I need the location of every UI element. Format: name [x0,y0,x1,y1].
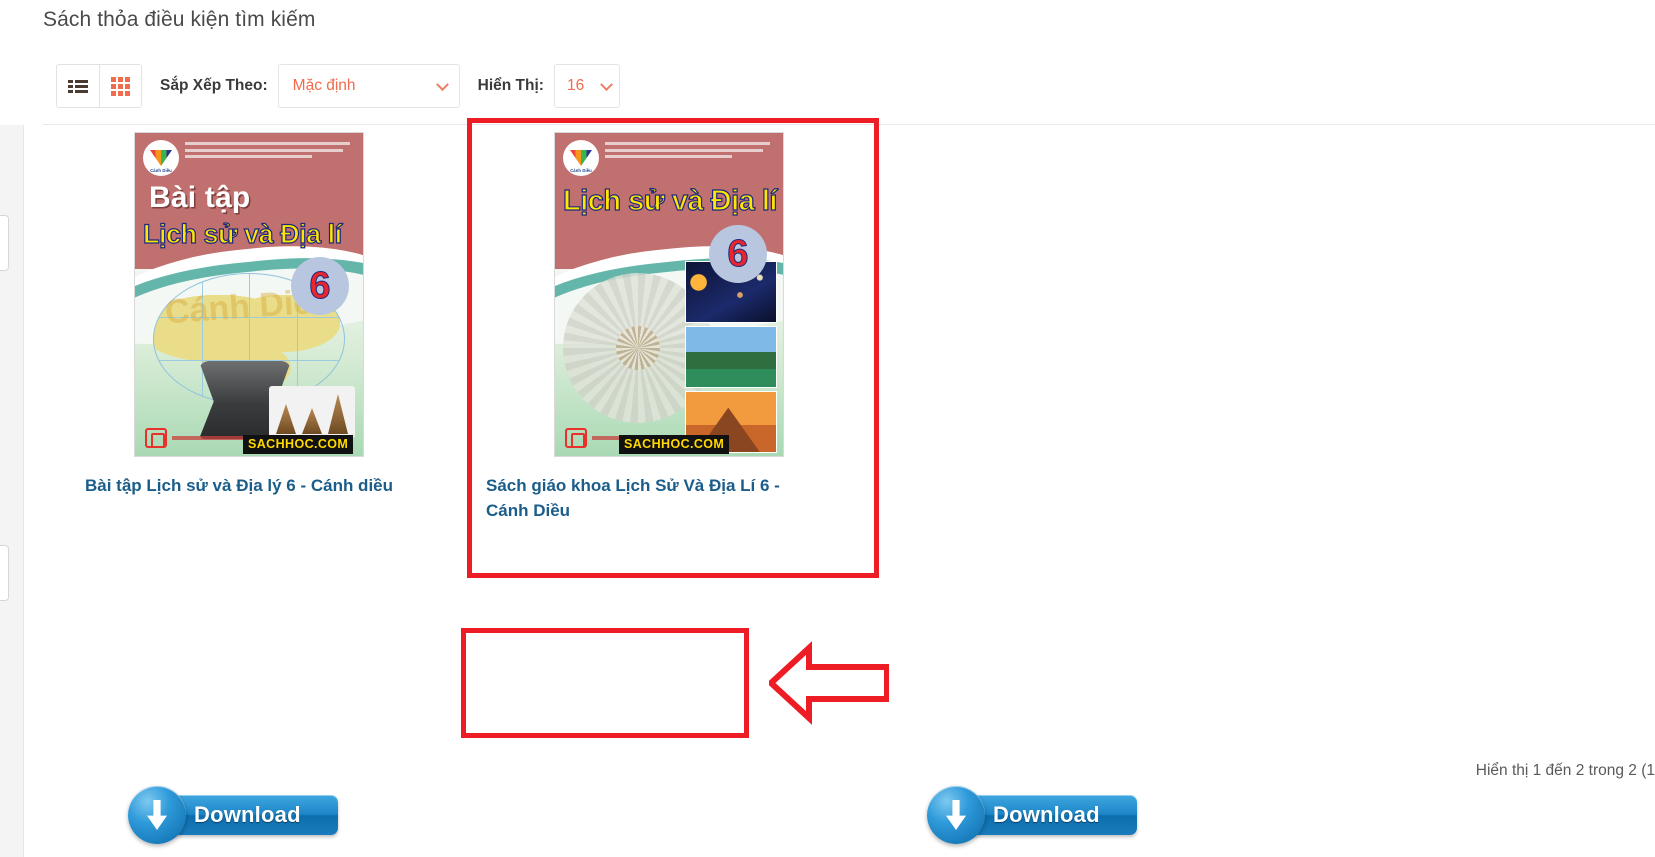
product-image-2[interactable]: Cánh Diều Lịch sử và Địa lí 6 SACHHOC.CO… [464,132,804,462]
show-count-select[interactable]: 16 [553,64,620,108]
kite-icon [150,150,172,166]
sort-by-label: Sắp Xếp Theo: [160,77,268,94]
cover-grade-badge-1: 6 [291,257,349,315]
side-tab-upper[interactable] [0,215,9,271]
cover-subtitle-1: Bài tập [149,181,251,214]
cover-title-1: Lịch sử và Địa lí [142,218,342,249]
side-tab-lower[interactable] [0,545,9,601]
chevron-down-icon [435,78,449,92]
toolbar-divider [43,124,1655,125]
cover-author-lines [605,142,777,162]
page-title: Sách thỏa điều kiện tìm kiếm [43,8,316,31]
left-gutter-shade [0,0,24,125]
book-cover-1: Cánh Diều Cánh Diều Bài tập Lịch sử và Đ… [134,132,364,457]
download-button-label-2: Download [993,802,1100,827]
grid-view-icon [111,76,130,96]
results-status-text: Hiển thị 1 đến 2 trong 2 (1 [1475,762,1655,779]
photo-mountain [685,326,777,388]
annotation-arrow-left-icon [769,641,889,725]
stone-axes-illustration [269,386,355,438]
left-gutter [0,0,24,857]
page-root: Sách thỏa điều kiện tìm kiếm Sắp Xếp The… [0,0,1655,857]
nxb-logo-icon [565,428,587,448]
show-count-label: Hiển Thị: [477,77,544,94]
list-view-button[interactable] [57,65,99,107]
download-button-1[interactable]: Download [128,786,338,844]
sort-by-select[interactable]: Mặc định [277,64,460,108]
product-toolbar: Sắp Xếp Theo: Mặc định Hiển Thị: 16 [56,64,620,108]
publisher-badge-icon: Cánh Diều [563,140,599,176]
product-title-link-2[interactable]: Sách giáo khoa Lịch Sử Và Địa Lí 6 - Cán… [486,474,816,523]
download-button-label-1: Download [194,802,301,827]
annotation-box-download [461,628,749,738]
download-button-2[interactable]: Download [927,786,1137,844]
product-image-1[interactable]: Cánh Diều Cánh Diều Bài tập Lịch sử và Đ… [62,132,402,462]
download-button-circle [927,786,985,844]
cover-grade-badge-2: 6 [709,225,767,283]
content-area: Sách thỏa điều kiện tìm kiếm Sắp Xếp The… [24,0,1655,857]
download-button-circle [128,786,186,844]
site-watermark-2: SACHHOC.COM [619,435,730,454]
nxb-logo-icon [145,428,167,448]
product-card-2[interactable]: Cánh Diều Lịch sử và Địa lí 6 SACHHOC.CO… [464,132,1137,844]
publisher-badge-icon: Cánh Diều [143,140,179,176]
sort-by-value: Mặc định [292,77,356,94]
product-title-link-1[interactable]: Bài tập Lịch sử và Địa lý 6 - Cánh diều [85,474,445,499]
download-arrow-icon [147,800,167,830]
kite-icon [570,150,592,166]
product-card-1[interactable]: Cánh Diều Cánh Diều Bài tập Lịch sử và Đ… [62,132,402,844]
download-arrow-icon [946,800,966,830]
view-mode-group [56,64,142,108]
photo-strip-illustration [685,261,777,453]
grid-view-button[interactable] [99,65,141,107]
site-watermark-1: SACHHOC.COM [243,435,354,454]
book-cover-2: Cánh Diều Lịch sử và Địa lí 6 SACHHOC.CO… [554,132,784,457]
cover-title-2: Lịch sử và Địa lí [562,184,778,217]
chevron-down-icon [600,78,613,92]
list-view-icon [68,79,88,93]
show-count-value: 16 [566,77,585,94]
cover-author-lines [185,142,357,162]
